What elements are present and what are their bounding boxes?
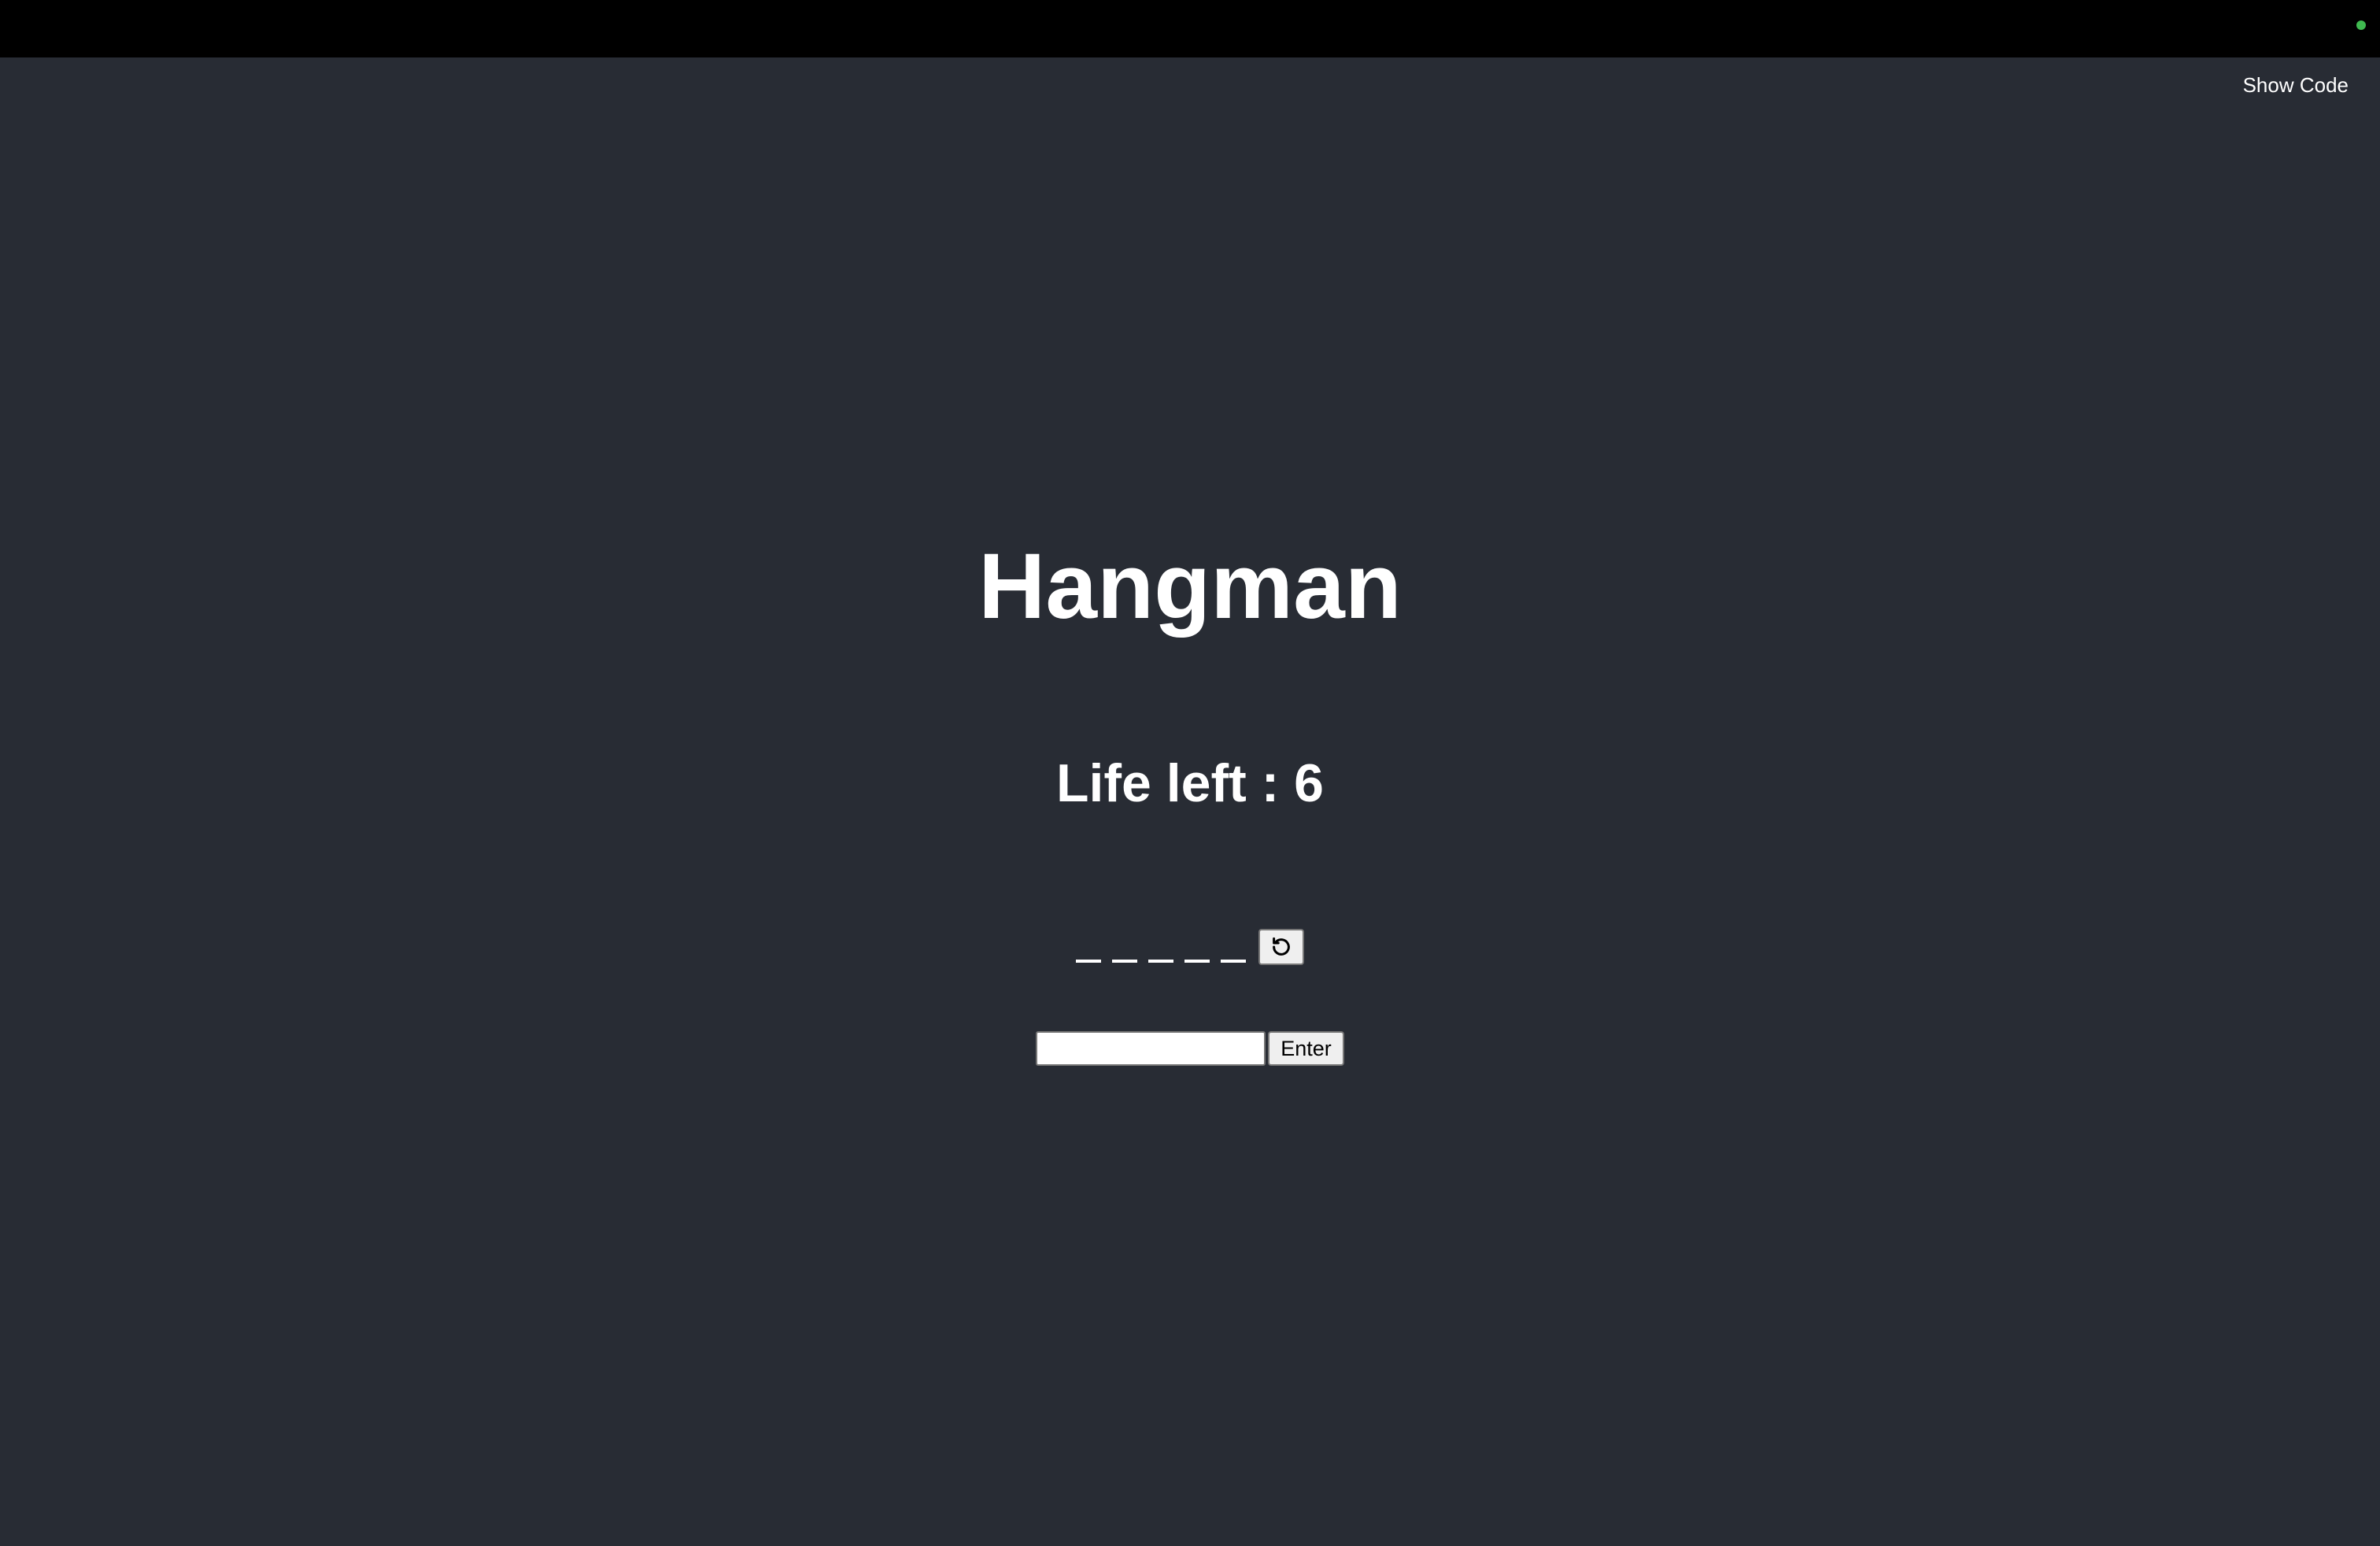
letter-blank — [1076, 960, 1101, 963]
show-code-button[interactable]: Show Code — [2243, 72, 2349, 98]
letter-blank — [1148, 960, 1173, 963]
guess-input[interactable] — [1036, 1031, 1266, 1066]
top-bar — [0, 0, 2380, 57]
letter-blank — [1112, 960, 1137, 963]
lives-counter: Life left : 6 — [1055, 753, 1325, 813]
letter-blank — [1221, 960, 1246, 963]
reset-button[interactable] — [1258, 929, 1304, 965]
status-indicator-icon — [2356, 20, 2366, 30]
guess-form: Enter — [0, 1031, 2380, 1066]
word-blanks — [1076, 927, 1246, 965]
reset-icon — [1269, 935, 1293, 959]
word-row — [0, 927, 2380, 965]
enter-button[interactable]: Enter — [1268, 1031, 1344, 1066]
page-title: Hangman — [978, 534, 1402, 638]
letter-blank — [1184, 960, 1210, 963]
